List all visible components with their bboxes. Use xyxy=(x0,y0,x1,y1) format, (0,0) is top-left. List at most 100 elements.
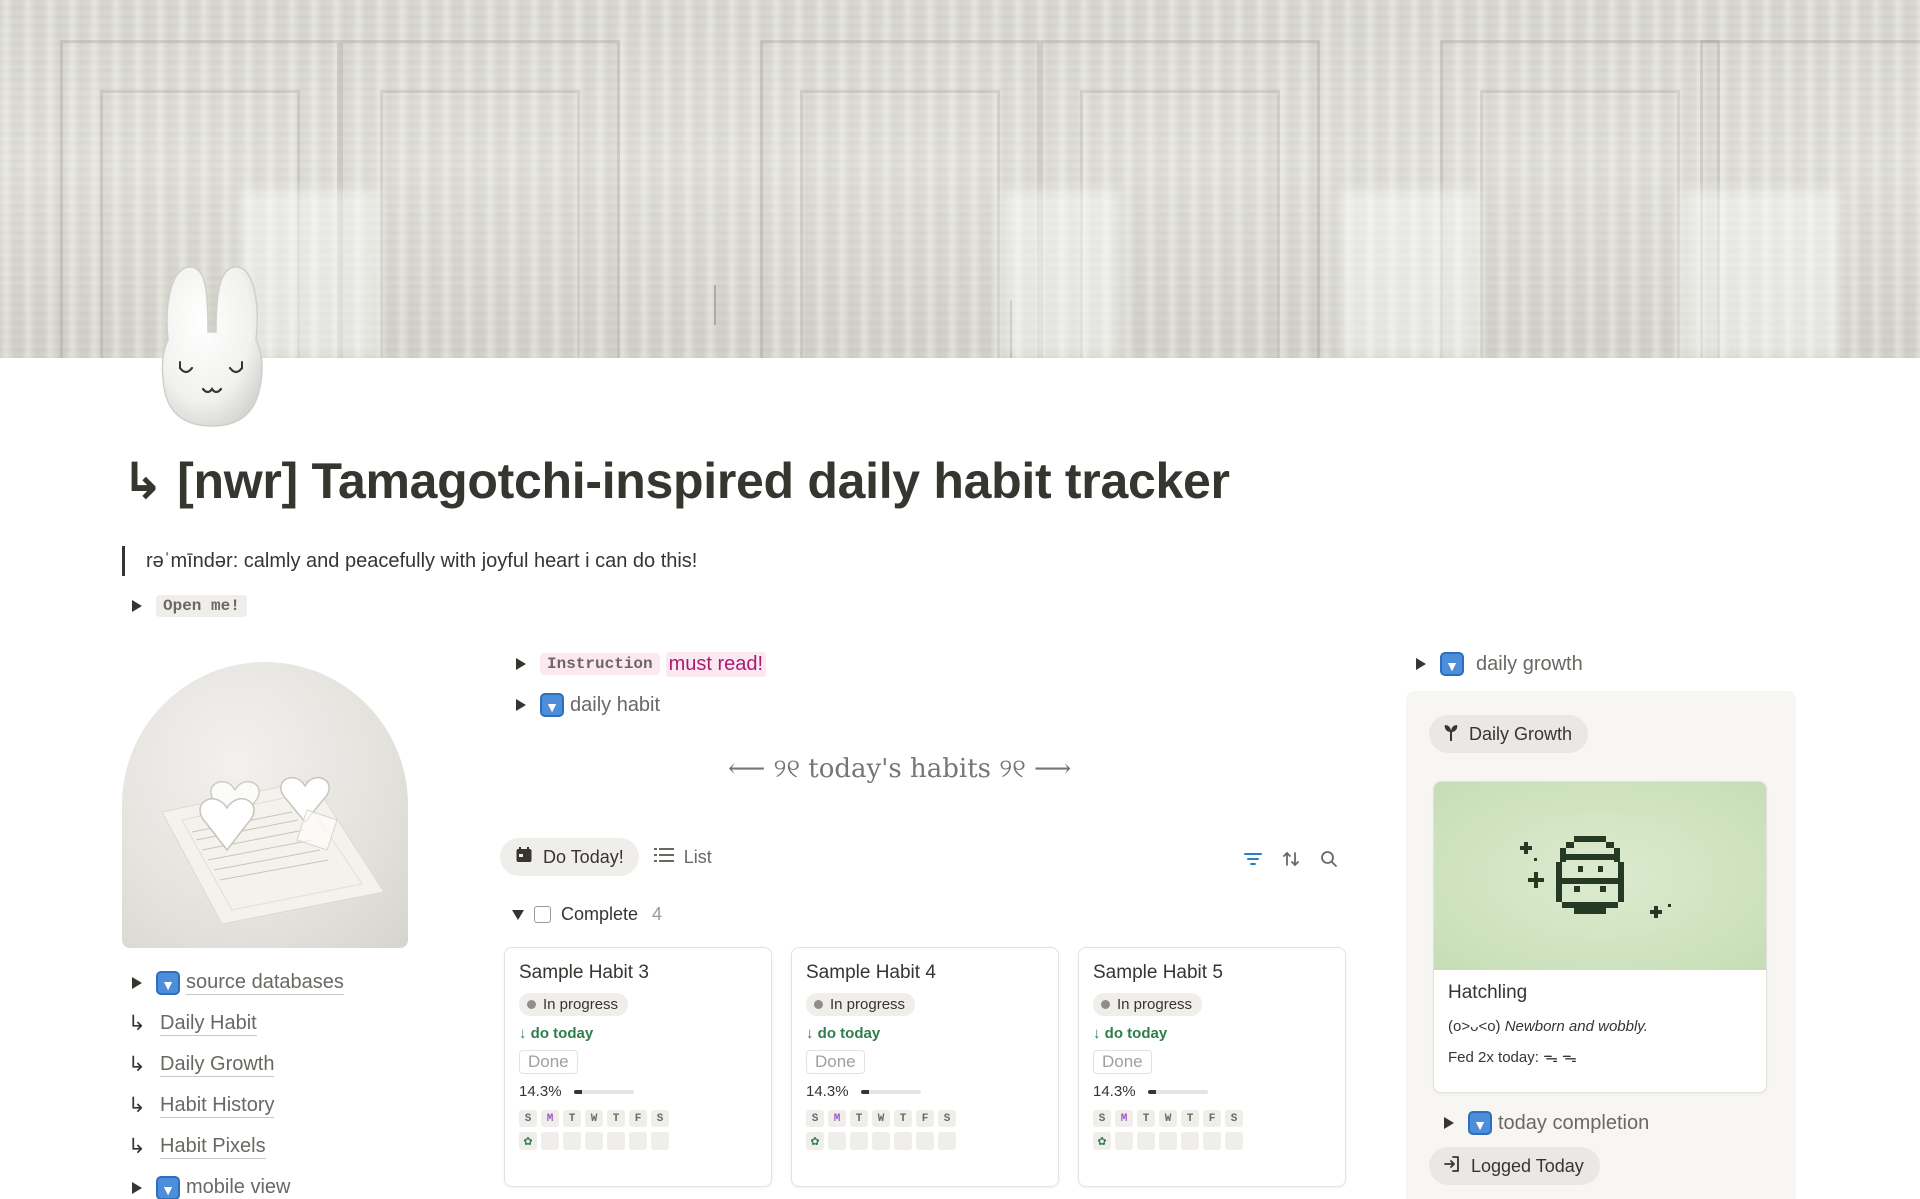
day-mark[interactable] xyxy=(607,1132,625,1150)
day-letter: T xyxy=(1137,1110,1155,1127)
chip-label: Daily Growth xyxy=(1469,723,1573,744)
triangle-right-icon[interactable] xyxy=(516,699,526,711)
source-databases-toggle[interactable]: ▼ source databases xyxy=(128,962,344,1003)
link-arrow: ↳ xyxy=(128,1012,146,1035)
today-completion-label: today completion xyxy=(1498,1111,1650,1134)
day-letters: SMTWTFS xyxy=(806,1110,1044,1127)
day-mark[interactable] xyxy=(585,1132,603,1150)
link-label[interactable]: Habit Pixels xyxy=(160,1135,266,1159)
down-arrow-button-icon: ▼ xyxy=(156,1175,180,1199)
day-mark[interactable] xyxy=(828,1132,846,1150)
day-mark[interactable] xyxy=(894,1132,912,1150)
fed-label: Fed 2x today: xyxy=(1448,1049,1539,1066)
day-letter: S xyxy=(806,1110,824,1127)
done-tag: Done xyxy=(806,1050,865,1074)
progress-percent: 14.3% xyxy=(1093,1083,1136,1100)
day-mark[interactable] xyxy=(1137,1132,1155,1150)
sprout-icon xyxy=(1443,723,1459,746)
daily-growth-toggle[interactable]: ▼ daily growth xyxy=(1416,650,1583,678)
day-mark[interactable]: ✿ xyxy=(519,1132,537,1150)
day-marks: ✿ xyxy=(1093,1132,1331,1150)
day-letter: T xyxy=(563,1110,581,1127)
progress-bar xyxy=(573,1089,634,1094)
filter-icon[interactable] xyxy=(1242,848,1264,870)
day-mark[interactable] xyxy=(938,1132,956,1150)
section-heading: ⟵ ୨୧ today's habits ୨୧ ⟶ xyxy=(728,754,1072,784)
tab-do-today[interactable]: Do Today! xyxy=(500,838,639,876)
reminder-quote[interactable]: rəˈmīndər: calmly and peacefully with jo… xyxy=(122,546,697,576)
status-label: In progress xyxy=(830,996,906,1013)
daily-habit-toggle[interactable]: ▼ daily habit xyxy=(516,691,660,719)
day-mark[interactable] xyxy=(872,1132,890,1150)
source-databases-label: source databases xyxy=(186,970,344,995)
group-complete[interactable]: Complete 4 xyxy=(512,904,662,925)
triangle-right-icon[interactable] xyxy=(1444,1117,1454,1129)
link-habit-history[interactable]: ↳ Habit History xyxy=(128,1085,344,1126)
day-mark[interactable]: ✿ xyxy=(806,1132,824,1150)
progress-row: 14.3% xyxy=(519,1083,757,1100)
triangle-right-icon[interactable] xyxy=(132,976,142,989)
mobile-view-toggle[interactable]: ▼ mobile view xyxy=(128,1167,344,1199)
instruction-code: Instruction xyxy=(540,653,660,675)
habit-cards: Sample Habit 3 In progress ↓ do today Do… xyxy=(504,947,1346,1187)
do-today-label: ↓ do today xyxy=(806,1025,881,1042)
search-icon[interactable] xyxy=(1318,848,1340,870)
link-arrow: ↳ xyxy=(128,1094,146,1117)
today-completion-toggle[interactable]: ▼ today completion xyxy=(1444,1109,1649,1137)
day-mark[interactable] xyxy=(1115,1132,1133,1150)
day-mark[interactable] xyxy=(850,1132,868,1150)
logged-today-view-tab[interactable]: Logged Today xyxy=(1429,1147,1600,1185)
progress-percent: 14.3% xyxy=(806,1083,849,1100)
day-mark[interactable] xyxy=(563,1132,581,1150)
day-mark[interactable] xyxy=(541,1132,559,1150)
fed-count: Fed 2x today: ᯓ ᯓ xyxy=(1448,1047,1752,1067)
link-label[interactable]: Daily Growth xyxy=(160,1053,275,1077)
day-mark[interactable]: ✿ xyxy=(1093,1132,1111,1150)
day-letter: M xyxy=(1115,1110,1133,1127)
habit-card[interactable]: Sample Habit 3 In progress ↓ do today Do… xyxy=(504,947,772,1187)
hatchling-card[interactable]: Hatchling (о>ᴗ<о) Newborn and wobbly. Fe… xyxy=(1433,781,1767,1093)
day-letters: SMTWTFS xyxy=(519,1110,757,1127)
day-letter: W xyxy=(1159,1110,1177,1127)
sort-icon[interactable] xyxy=(1280,848,1302,870)
must-read-note: must read! xyxy=(665,651,767,677)
day-mark[interactable] xyxy=(1159,1132,1177,1150)
instruction-toggle[interactable]: Instruction must read! xyxy=(516,650,767,678)
progress-row: 14.3% xyxy=(806,1083,1044,1100)
day-mark[interactable] xyxy=(1203,1132,1221,1150)
link-habit-pixels[interactable]: ↳ Habit Pixels xyxy=(128,1126,344,1167)
triangle-down-icon[interactable] xyxy=(512,909,524,920)
day-mark[interactable] xyxy=(1225,1132,1243,1150)
down-arrow-button-icon: ▼ xyxy=(540,693,564,717)
triangle-right-icon[interactable] xyxy=(132,600,142,612)
day-letter: T xyxy=(607,1110,625,1127)
down-arrow-button-icon: ▼ xyxy=(156,970,180,995)
habit-card[interactable]: Sample Habit 4 In progress ↓ do today Do… xyxy=(791,947,1059,1187)
triangle-right-icon[interactable] xyxy=(132,1181,142,1194)
progress-fill xyxy=(860,1089,870,1094)
triangle-right-icon[interactable] xyxy=(1416,658,1426,670)
link-daily-growth[interactable]: ↳ Daily Growth xyxy=(128,1044,344,1085)
daily-growth-view-tab[interactable]: Daily Growth xyxy=(1429,715,1589,753)
day-mark[interactable] xyxy=(1181,1132,1199,1150)
progress-bar xyxy=(860,1089,921,1094)
status-dot xyxy=(1101,1000,1110,1009)
page-title[interactable]: ↳ [nwr] Tamagotchi-inspired daily habit … xyxy=(122,452,1230,510)
open-me-toggle[interactable]: Open me! xyxy=(132,592,247,620)
day-mark[interactable] xyxy=(629,1132,647,1150)
list-icon xyxy=(653,847,674,868)
day-letter: S xyxy=(519,1110,537,1127)
tab-list[interactable]: List xyxy=(639,838,727,876)
day-mark[interactable] xyxy=(916,1132,934,1150)
daily-growth-label: daily growth xyxy=(1476,652,1583,675)
link-label[interactable]: Daily Habit xyxy=(160,1012,257,1036)
link-daily-habit[interactable]: ↳ Daily Habit xyxy=(128,1003,344,1044)
done-tag: Done xyxy=(1093,1050,1152,1074)
bunny-page-icon[interactable] xyxy=(150,262,274,428)
daily-growth-panel: Daily Growth Hatchling (о>ᴗ<о) Newborn a… xyxy=(1406,691,1796,1199)
link-label[interactable]: Habit History xyxy=(160,1094,275,1118)
triangle-right-icon[interactable] xyxy=(516,658,526,670)
habit-card[interactable]: Sample Habit 5 In progress ↓ do today Do… xyxy=(1078,947,1346,1187)
status-badge: In progress xyxy=(1093,993,1203,1016)
day-mark[interactable] xyxy=(651,1132,669,1150)
